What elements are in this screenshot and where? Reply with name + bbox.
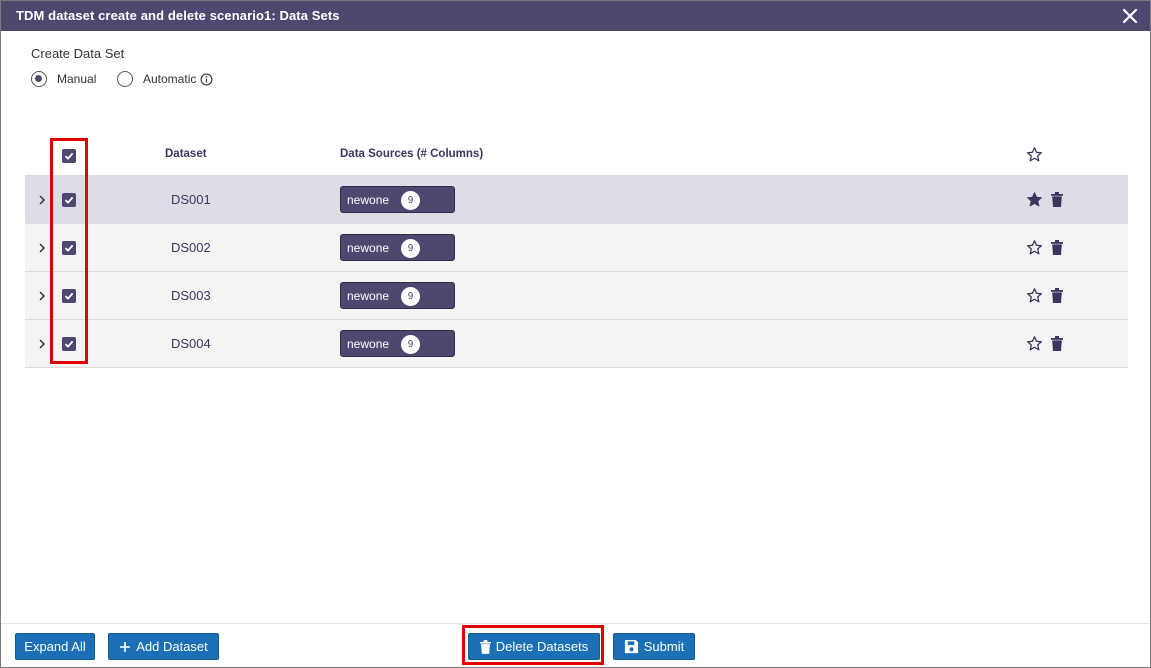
expand-row-chevron-icon[interactable] xyxy=(37,337,47,351)
star-filled-icon[interactable] xyxy=(1026,191,1043,208)
star-all-icon[interactable] xyxy=(1026,146,1043,163)
data-source-name: newone xyxy=(347,337,390,351)
select-all-checkbox[interactable] xyxy=(62,149,76,163)
dataset-name: DS002 xyxy=(171,240,211,255)
column-count-badge: 9 xyxy=(401,335,420,354)
row-checkbox[interactable] xyxy=(62,193,76,207)
automatic-radio-label: Automatic xyxy=(143,72,197,86)
row-checkbox[interactable] xyxy=(62,241,76,255)
row-checkbox[interactable] xyxy=(62,337,76,351)
info-icon[interactable] xyxy=(200,73,213,86)
dialog-title: TDM dataset create and delete scenario1:… xyxy=(16,8,340,23)
add-dataset-label: Add Dataset xyxy=(136,639,208,654)
data-source-pill[interactable]: newone 9 xyxy=(340,282,455,309)
trash-icon[interactable] xyxy=(1051,240,1063,255)
dataset-name: DS001 xyxy=(171,192,211,207)
table-header: Dataset Data Sources (# Columns) xyxy=(25,136,1128,176)
star-outline-icon[interactable] xyxy=(1026,287,1043,304)
trash-icon[interactable] xyxy=(1051,288,1063,303)
expand-all-button[interactable]: Expand All xyxy=(15,633,95,660)
close-icon[interactable] xyxy=(1120,6,1140,26)
data-source-pill[interactable]: newone 9 xyxy=(340,186,455,213)
data-source-pill[interactable]: newone 9 xyxy=(340,234,455,261)
dataset-column-header[interactable]: Dataset xyxy=(165,148,207,160)
star-outline-icon[interactable] xyxy=(1026,239,1043,256)
expand-all-label: Expand All xyxy=(24,639,86,654)
column-count-badge: 9 xyxy=(401,287,420,306)
data-source-name: newone xyxy=(347,193,390,207)
submit-button[interactable]: Submit xyxy=(613,633,695,660)
submit-label: Submit xyxy=(643,639,685,654)
data-sources-column-header[interactable]: Data Sources (# Columns) xyxy=(340,148,483,160)
expand-row-chevron-icon[interactable] xyxy=(37,289,47,303)
table-row[interactable]: DS004 newone 9 xyxy=(25,320,1128,368)
trash-icon[interactable] xyxy=(1051,336,1063,351)
manual-radio[interactable]: Manual xyxy=(31,71,96,87)
manual-radio-circle[interactable] xyxy=(31,71,47,87)
table-row[interactable]: DS003 newone 9 xyxy=(25,272,1128,320)
row-checkbox[interactable] xyxy=(62,289,76,303)
dialog-titlebar: TDM dataset create and delete scenario1:… xyxy=(1,1,1150,31)
trash-icon xyxy=(479,639,491,654)
dataset-name: DS003 xyxy=(171,288,211,303)
delete-datasets-label: Delete Datasets xyxy=(495,639,589,654)
delete-datasets-button[interactable]: Delete Datasets xyxy=(468,633,600,660)
dataset-name: DS004 xyxy=(171,336,211,351)
dialog-footer: Expand All Add Dataset Delete Datasets S… xyxy=(1,623,1150,667)
save-icon xyxy=(624,639,638,654)
data-source-pill[interactable]: newone 9 xyxy=(340,330,455,357)
trash-icon[interactable] xyxy=(1051,192,1063,207)
automatic-radio-circle[interactable] xyxy=(117,71,133,87)
data-sets-dialog: TDM dataset create and delete scenario1:… xyxy=(0,0,1151,668)
plus-icon xyxy=(120,641,131,652)
expand-row-chevron-icon[interactable] xyxy=(37,241,47,255)
manual-radio-label: Manual xyxy=(57,72,97,86)
column-count-badge: 9 xyxy=(401,239,420,258)
automatic-radio[interactable]: Automatic xyxy=(117,71,213,87)
data-source-name: newone xyxy=(347,241,390,255)
column-count-badge: 9 xyxy=(401,191,420,210)
create-data-set-label: Create Data Set xyxy=(31,46,125,61)
table-row[interactable]: DS001 newone 9 xyxy=(25,176,1128,224)
star-outline-icon[interactable] xyxy=(1026,335,1043,352)
data-source-name: newone xyxy=(347,289,390,303)
expand-row-chevron-icon[interactable] xyxy=(37,193,47,207)
table-row[interactable]: DS002 newone 9 xyxy=(25,224,1128,272)
add-dataset-button[interactable]: Add Dataset xyxy=(108,633,219,660)
